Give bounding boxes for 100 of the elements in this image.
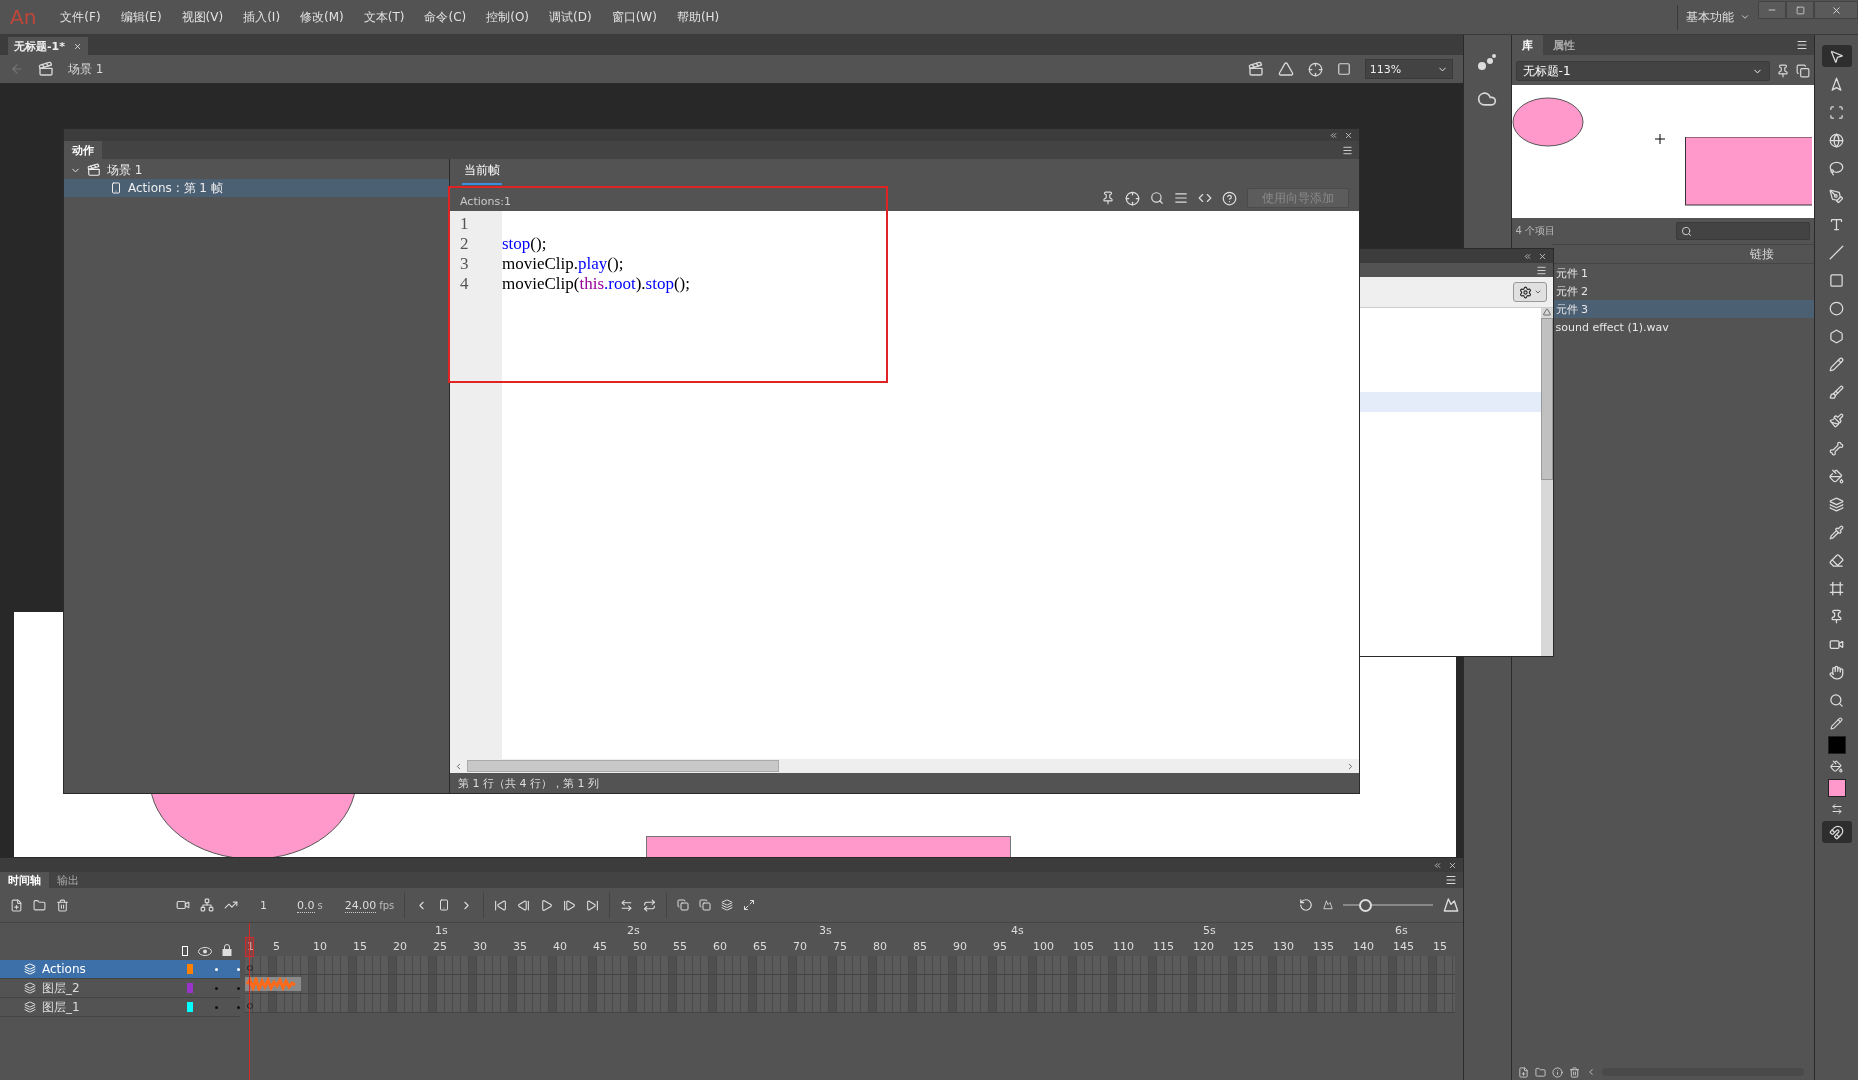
selection-tool-button[interactable] xyxy=(1821,45,1852,67)
edit-scene-icon[interactable] xyxy=(1247,61,1264,77)
menu-icon[interactable] xyxy=(1796,39,1809,51)
larger-frames-icon[interactable] xyxy=(1442,897,1459,913)
lock-dot[interactable] xyxy=(237,967,240,971)
new-symbol-icon[interactable] xyxy=(1517,1066,1529,1078)
collapse-icon[interactable] xyxy=(1523,251,1532,261)
libraries-icon[interactable] xyxy=(1477,89,1498,109)
horizontal-scrollbar[interactable] xyxy=(450,759,1359,773)
reset-icon[interactable] xyxy=(1298,898,1313,912)
play-icon[interactable] xyxy=(540,898,554,912)
tree-item[interactable]: 场景 1 xyxy=(64,161,449,179)
eye-icon[interactable] xyxy=(198,947,212,956)
current-frame[interactable]: 1 xyxy=(260,898,267,912)
library-item[interactable]: sound effect (1).wav xyxy=(1551,318,1815,336)
layer-row[interactable]: 图层_1 xyxy=(0,998,240,1017)
keyframe-toggle-icon[interactable] xyxy=(438,899,451,911)
step-forward-icon[interactable] xyxy=(563,898,577,912)
marker-range-icon[interactable] xyxy=(743,899,756,911)
fill-color-swatch[interactable] xyxy=(1827,779,1846,797)
close-icon[interactable] xyxy=(73,41,82,51)
parenting-icon[interactable] xyxy=(200,898,214,912)
layer-row[interactable]: Actions xyxy=(0,960,240,979)
first-frame-icon[interactable] xyxy=(494,898,508,912)
elapsed-time[interactable]: 0.0 xyxy=(297,898,315,913)
code-editor[interactable]: 1 2 3 4 stop(); movieClip.play(); movieClip(this.root).stop(); xyxy=(450,211,1359,759)
folder-icon[interactable] xyxy=(1534,1066,1546,1078)
library-item[interactable]: 元件 2 xyxy=(1551,282,1815,300)
close-icon[interactable] xyxy=(1538,251,1547,261)
delete-icon[interactable] xyxy=(1568,1066,1580,1078)
new-library-icon[interactable] xyxy=(1796,64,1811,78)
step-back-icon[interactable] xyxy=(517,898,531,912)
properties-icon[interactable] xyxy=(1551,1066,1563,1078)
visibility-dot[interactable] xyxy=(215,967,218,971)
panel-tab[interactable]: 时间轴 xyxy=(0,872,49,888)
last-frame-icon[interactable] xyxy=(586,898,600,912)
collapse-icon[interactable] xyxy=(1329,130,1338,140)
close-icon[interactable] xyxy=(1344,130,1353,140)
stroke-color-icon[interactable] xyxy=(1830,717,1844,730)
menu-icon[interactable] xyxy=(1536,264,1547,276)
clip-icon[interactable] xyxy=(1336,62,1351,76)
pin-icon[interactable] xyxy=(1101,191,1115,205)
scroll-left-icon[interactable] xyxy=(454,761,463,771)
frame-rate[interactable]: 24.00 xyxy=(344,898,377,913)
menu-item[interactable]: 修改(M) xyxy=(292,4,352,30)
menu-icon[interactable] xyxy=(1342,144,1353,156)
onion-outline-icon[interactable] xyxy=(699,899,712,911)
menu-icon[interactable] xyxy=(1444,874,1457,886)
smaller-frames-icon[interactable] xyxy=(1322,900,1333,910)
library-item[interactable]: 元件 3 xyxy=(1551,300,1815,318)
lock-dot[interactable] xyxy=(237,1005,240,1009)
menu-item[interactable]: 插入(I) xyxy=(235,4,289,30)
folder-icon[interactable] xyxy=(33,898,46,912)
menu-item[interactable]: 文本(T) xyxy=(355,4,413,30)
snap-button[interactable] xyxy=(1821,821,1852,843)
search-icon[interactable] xyxy=(1150,191,1164,205)
maximize-button[interactable] xyxy=(1786,1,1814,19)
editor-tab[interactable]: 当前帧 xyxy=(462,162,502,185)
swap-colors-icon[interactable] xyxy=(1830,803,1843,815)
pin-icon[interactable] xyxy=(1776,64,1791,78)
center-frame-icon[interactable] xyxy=(620,898,634,912)
document-dropdown[interactable]: 无标题-1 xyxy=(1515,61,1771,81)
target-icon[interactable] xyxy=(1125,190,1140,206)
layer-row[interactable]: 图层_2 xyxy=(0,979,240,998)
menu-item[interactable]: 命令(C) xyxy=(416,4,475,30)
code-icon[interactable] xyxy=(1198,191,1212,205)
menu-item[interactable]: 文件(F) xyxy=(52,4,109,30)
format-icon[interactable] xyxy=(1174,191,1188,205)
zoom-field[interactable]: 113% xyxy=(1364,59,1453,79)
menu-item[interactable]: 帮助(H) xyxy=(668,4,728,30)
visibility-dot[interactable] xyxy=(215,1005,218,1009)
fill-color-icon[interactable] xyxy=(1830,760,1844,773)
menu-item[interactable]: 调试(D) xyxy=(541,4,600,30)
vertical-scrollbar[interactable] xyxy=(1541,308,1553,656)
tree-item[interactable]: Actions : 第 1 帧 xyxy=(64,179,449,197)
slider-thumb[interactable] xyxy=(1359,898,1373,912)
search-field[interactable] xyxy=(1676,222,1811,240)
motion-presets-icon[interactable] xyxy=(1477,53,1498,71)
center-stage-icon[interactable] xyxy=(1307,61,1323,77)
outline-icon[interactable] xyxy=(182,946,188,956)
menu-item[interactable]: 编辑(E) xyxy=(112,4,170,30)
scroll-up-icon[interactable] xyxy=(1543,308,1551,316)
document-tab[interactable]: 无标题-1* xyxy=(8,37,88,55)
lock-dot[interactable] xyxy=(237,986,240,990)
menu-item[interactable]: 窗口(W) xyxy=(603,4,665,30)
menu-item[interactable]: 视图(V) xyxy=(173,4,232,30)
onion-skin-icon[interactable] xyxy=(677,899,690,911)
menu-item[interactable]: 控制(O) xyxy=(478,4,538,30)
panel-tab[interactable]: 库 xyxy=(1511,35,1543,55)
scroll-right-icon[interactable] xyxy=(1346,761,1355,771)
library-item[interactable]: 元件 1 xyxy=(1551,264,1815,282)
playhead[interactable] xyxy=(245,923,253,1080)
stroke-color-swatch[interactable] xyxy=(1827,736,1846,754)
settings-button[interactable] xyxy=(1513,282,1547,302)
visibility-dot[interactable] xyxy=(215,986,218,990)
lock-icon[interactable] xyxy=(222,944,232,956)
new-layer-icon[interactable] xyxy=(10,898,23,912)
camera-icon[interactable] xyxy=(176,898,190,912)
collapse-icon[interactable] xyxy=(1432,860,1442,870)
minimize-button[interactable] xyxy=(1758,1,1786,19)
